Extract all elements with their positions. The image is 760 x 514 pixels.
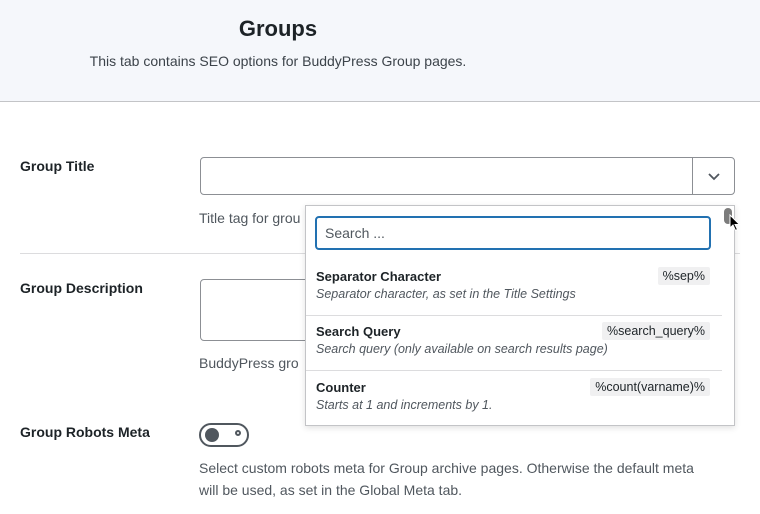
group-robots-meta-label: Group Robots Meta xyxy=(20,424,150,440)
chevron-down-icon xyxy=(707,173,720,181)
dropdown-scrollbar[interactable] xyxy=(724,208,732,423)
mouse-pointer-icon xyxy=(729,214,741,232)
toggle-off-indicator-icon xyxy=(235,430,241,436)
variable-tag: %sep% xyxy=(657,267,710,285)
group-title-label: Group Title xyxy=(20,158,95,174)
variable-name: Search Query xyxy=(316,324,401,339)
page-header: Groups This tab contains SEO options for… xyxy=(0,0,760,102)
variable-tag: %search_query% xyxy=(602,322,710,340)
variable-name: Counter xyxy=(316,380,366,395)
group-title-select[interactable] xyxy=(200,157,735,195)
group-description-textarea[interactable] xyxy=(200,279,320,341)
variable-item-sep[interactable]: Separator Character Separator character,… xyxy=(306,261,722,316)
robots-meta-help-line-2: will be used, as set in the Global Meta … xyxy=(199,482,463,498)
group-title-help: Title tag for grou xyxy=(199,210,301,226)
variable-item-search-query[interactable]: Search Query Search query (only availabl… xyxy=(306,316,722,371)
variable-tag: %count(varname)% xyxy=(590,378,710,396)
page-subtitle: This tab contains SEO options for BuddyP… xyxy=(89,53,467,69)
variable-search-input[interactable] xyxy=(315,216,711,250)
variable-description: Search query (only available on search r… xyxy=(316,342,608,356)
group-description-help: BuddyPress gro xyxy=(199,355,299,371)
variable-description: Starts at 1 and increments by 1. xyxy=(316,398,493,412)
variables-dropdown: Separator Character Separator character,… xyxy=(305,205,735,426)
variable-name: Separator Character xyxy=(316,269,441,284)
group-description-label: Group Description xyxy=(20,280,143,296)
variable-item-counter[interactable]: Counter Starts at 1 and increments by 1.… xyxy=(306,372,722,425)
variable-description: Separator character, as set in the Title… xyxy=(316,287,576,301)
toggle-knob xyxy=(205,428,219,442)
robots-meta-toggle[interactable] xyxy=(199,423,249,447)
page-title: Groups xyxy=(238,16,318,41)
select-toggle-button[interactable] xyxy=(692,158,734,194)
robots-meta-help-line-1: Select custom robots meta for Group arch… xyxy=(199,460,694,476)
